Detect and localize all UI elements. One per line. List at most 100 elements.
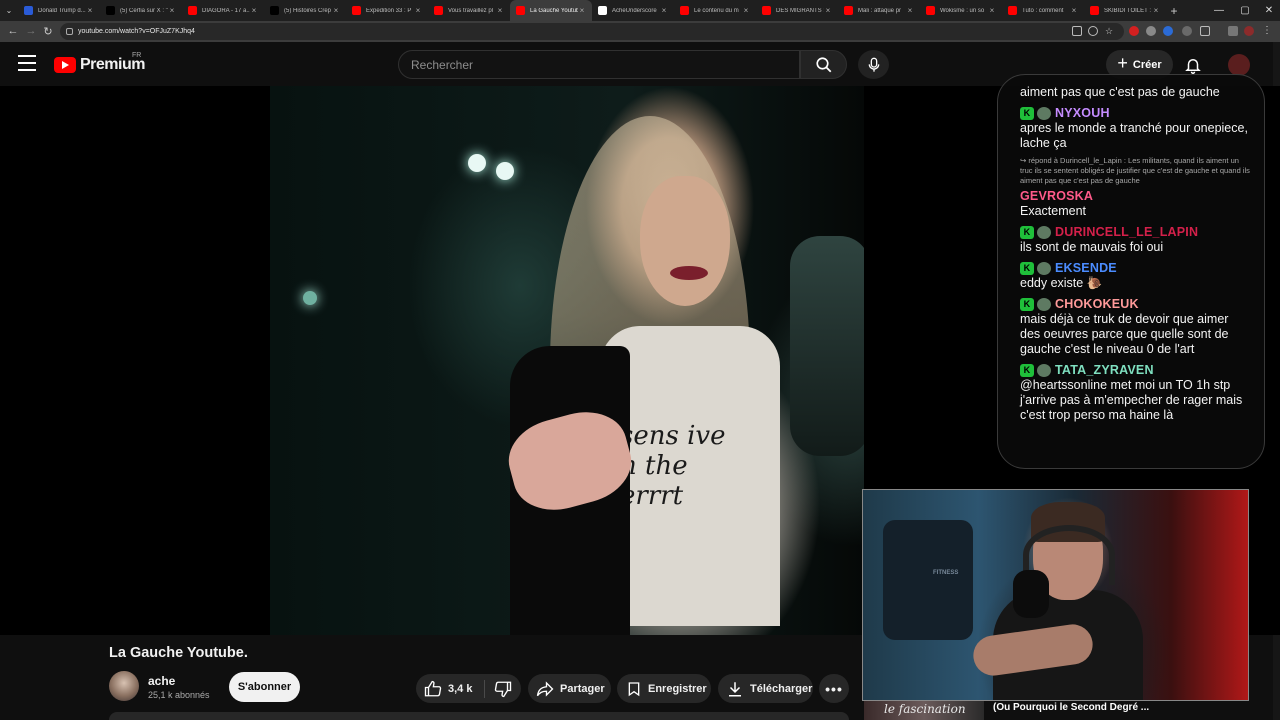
tab-close-icon[interactable]: ×	[742, 6, 750, 15]
description-box[interactable]	[109, 712, 849, 720]
tab-label: DES MIGRANTS !	[776, 7, 824, 14]
tab-close-icon[interactable]: ×	[660, 6, 668, 15]
tab-favicon-icon	[106, 6, 115, 15]
extension-translate-icon[interactable]	[1163, 26, 1173, 36]
thumbs-up-icon	[424, 680, 442, 696]
tab-close-icon[interactable]: ×	[578, 6, 586, 15]
download-button[interactable]: Télécharger	[718, 674, 813, 703]
tab-label: (5) Histoires Crép	[284, 7, 332, 14]
browser-tab[interactable]: Tuto : comment ×	[1002, 0, 1084, 21]
account-avatar[interactable]	[1228, 54, 1250, 76]
voice-search-button[interactable]	[858, 50, 889, 79]
chat-message-partial: aiment pas que c'est pas de gauche	[1020, 85, 1250, 100]
tab-favicon-icon	[598, 6, 607, 15]
tab-close-icon[interactable]: ×	[86, 6, 94, 15]
save-button[interactable]: Enregistrer	[617, 674, 711, 703]
tab-label: La Gauche Youtub	[530, 7, 578, 14]
streamer-webcam: FITNESS	[862, 489, 1249, 701]
subscriber-badge-icon	[1037, 297, 1051, 311]
zoom-icon[interactable]	[1088, 26, 1098, 36]
tab-close-icon[interactable]: ×	[332, 6, 340, 15]
tab-search-icon[interactable]: ⌄	[0, 0, 18, 21]
browser-tab[interactable]: (5) Histoires Crép ×	[264, 0, 346, 21]
chat-message: K NYXOUH apres le monde a tranché pour one…	[1020, 105, 1250, 151]
forward-icon[interactable]: →	[24, 24, 38, 38]
chat-message: K CHOKOKEUK mais déjà ce truk de devoir qu…	[1020, 296, 1250, 357]
browser-tab[interactable]: Expedition 33 : P ×	[346, 0, 428, 21]
reload-icon[interactable]: ↻	[41, 24, 55, 38]
bookmark-icon	[628, 681, 640, 696]
tab-close-icon[interactable]: ×	[1152, 6, 1160, 15]
url-field[interactable]: youtube.com/watch?v=OFJuZ7KJhq4	[60, 23, 1124, 40]
extensions-puzzle-icon[interactable]	[1200, 26, 1210, 36]
chat-username: TATA_ZYRAVEN	[1055, 363, 1154, 377]
search-button[interactable]	[800, 50, 847, 79]
install-app-icon[interactable]	[1072, 26, 1082, 36]
browser-tab[interactable]: AcheUnderscore ×	[592, 0, 674, 21]
search-input[interactable]	[399, 51, 799, 78]
chat-user-row: K EKSENDE	[1020, 260, 1250, 276]
woman-face	[640, 176, 730, 306]
tab-favicon-icon	[1090, 6, 1099, 15]
browser-tab-strip: ⌄ Donald Trump d... × (5) Cerfia sur X : "…	[0, 0, 1280, 21]
chat-message-text: mais déjà ce truk de devoir que aimer de…	[1020, 312, 1229, 356]
browser-tab[interactable]: SKIBIDI TOILET : ×	[1084, 0, 1166, 21]
minimize-icon[interactable]: —	[1206, 0, 1232, 21]
woman-lips	[670, 266, 708, 280]
browser-tab[interactable]: (5) Cerfia sur X : " ×	[100, 0, 182, 21]
download-icon	[729, 681, 741, 696]
tab-close-icon[interactable]: ×	[906, 6, 914, 15]
notifications-button[interactable]	[1182, 54, 1204, 76]
tab-close-icon[interactable]: ×	[414, 6, 422, 15]
channel-name[interactable]: ache	[148, 674, 175, 688]
browser-menu-icon[interactable]: ⋮	[1262, 26, 1272, 36]
chat-user-row: K DURINCELL_LE_LAPIN	[1020, 224, 1250, 240]
browser-tab[interactable]: Vous travaillez pl ×	[428, 0, 510, 21]
subscribe-button[interactable]: S'abonner	[229, 672, 300, 702]
browser-tab[interactable]: Le contenu du m ×	[674, 0, 756, 21]
browser-tab[interactable]: Mali : attaque pr ×	[838, 0, 920, 21]
overlay-thumbnail: le fascination	[864, 701, 984, 720]
tab-close-icon[interactable]: ×	[824, 6, 832, 15]
chat-message-text: Exactement	[1020, 204, 1087, 218]
more-actions-button[interactable]: •••	[819, 674, 849, 703]
plus-icon: +	[1117, 53, 1128, 73]
like-dislike-group: 3,4 k	[416, 674, 521, 703]
browser-tab[interactable]: La Gauche Youtub ×	[510, 0, 592, 21]
site-info-icon[interactable]	[66, 28, 73, 35]
browser-tab[interactable]: DES MIGRANTS ! ×	[756, 0, 838, 21]
dislike-button[interactable]	[485, 674, 521, 703]
channel-avatar[interactable]	[109, 671, 139, 701]
back-icon[interactable]: ←	[6, 24, 20, 38]
bookmark-star-icon[interactable]: ☆	[1104, 26, 1114, 36]
chat-user-row: K CHOKOKEUK	[1020, 296, 1250, 312]
hamburger-menu-icon[interactable]	[18, 55, 36, 71]
extension-adblock-icon[interactable]	[1129, 26, 1139, 36]
share-button[interactable]: Partager	[528, 674, 611, 703]
video-player[interactable]: sens ive n the errrt	[270, 86, 864, 635]
browser-tab[interactable]: Donald Trump d... ×	[18, 0, 100, 21]
tab-favicon-icon	[1008, 6, 1017, 15]
media-control-icon[interactable]	[1228, 26, 1238, 36]
tab-close-icon[interactable]: ×	[168, 6, 176, 15]
youtube-premium-logo[interactable]: Premium FR	[54, 52, 145, 74]
close-window-icon[interactable]: ✕	[1256, 0, 1280, 21]
tab-close-icon[interactable]: ×	[496, 6, 504, 15]
browser-tab[interactable]: Wokisme : un so ×	[920, 0, 1002, 21]
tab-close-icon[interactable]: ×	[250, 6, 258, 15]
like-button[interactable]: 3,4 k	[416, 674, 484, 703]
tab-close-icon[interactable]: ×	[988, 6, 996, 15]
browser-tab[interactable]: DIAGORA - 17 a... ×	[182, 0, 264, 21]
extension-shield-icon[interactable]	[1182, 26, 1192, 36]
new-tab-button[interactable]: +	[1166, 4, 1182, 18]
tab-label: Le contenu du m	[694, 7, 739, 14]
chat-message-text: ils sont de mauvais foi oui	[1020, 240, 1164, 254]
chat-username: DURINCELL_LE_LAPIN	[1055, 225, 1199, 239]
extension-icon[interactable]	[1146, 26, 1156, 36]
profile-icon[interactable]	[1244, 26, 1254, 36]
subscriber-badge-icon	[1037, 106, 1051, 120]
kick-badge-icon: K	[1020, 106, 1034, 120]
tab-close-icon[interactable]: ×	[1070, 6, 1078, 15]
search-icon	[815, 56, 831, 72]
maximize-icon[interactable]: ▢	[1232, 0, 1258, 21]
